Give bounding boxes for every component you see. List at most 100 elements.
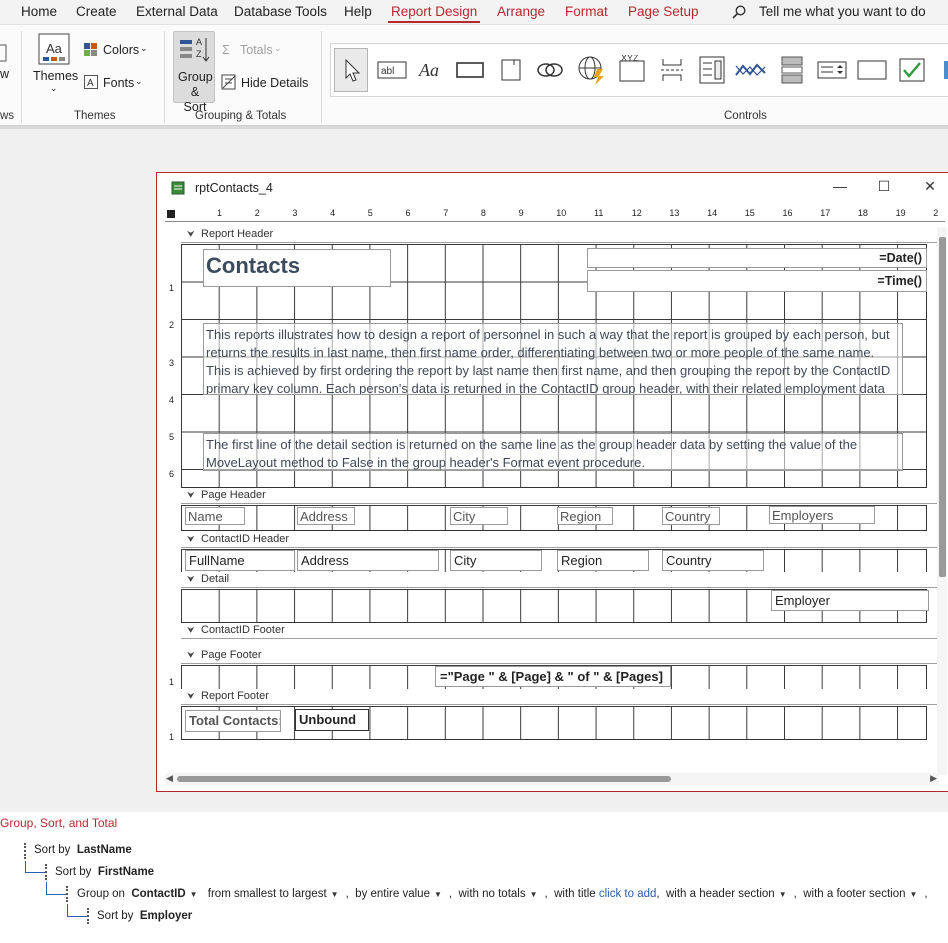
more-icon[interactable] (931, 48, 948, 92)
chevron-down-icon[interactable]: ▼ (530, 890, 538, 899)
city-textbox[interactable]: City (450, 550, 542, 571)
themes-button[interactable]: Themes (33, 69, 78, 83)
sort-field-employer[interactable]: Employer (140, 910, 192, 922)
select-pointer-icon[interactable] (334, 48, 368, 92)
section-contactid-header[interactable]: ⮟ ContactID Header (181, 532, 937, 548)
header-label-name[interactable]: Name (185, 507, 245, 525)
combo-box-icon[interactable] (695, 48, 729, 92)
chevron-down-icon[interactable]: ▼ (190, 890, 198, 899)
hide-details-button[interactable]: Hide Details (241, 76, 308, 90)
header-section-dropdown[interactable]: with a header section (666, 888, 775, 900)
hyperlink-icon[interactable] (533, 48, 567, 92)
address-textbox[interactable]: Address (297, 550, 439, 571)
section-report-header[interactable]: ⮟ Report Header (181, 227, 937, 243)
tab-home[interactable]: Home (21, 4, 57, 19)
header-label-region[interactable]: Region (557, 507, 613, 525)
drag-handle-icon[interactable] (87, 908, 89, 924)
themes-icon[interactable]: Aa (38, 33, 70, 68)
list-box-icon[interactable] (815, 48, 849, 92)
web-browser-icon[interactable] (575, 48, 609, 92)
header-label-country[interactable]: Country (662, 507, 720, 525)
design-surface[interactable]: ⮟ Report Header Contacts =Date() =Time() … (181, 227, 937, 777)
chevron-down-icon[interactable]: ▼ (434, 890, 442, 899)
maximize-icon[interactable]: ☐ (871, 178, 897, 198)
date-textbox[interactable]: =Date() (587, 248, 927, 268)
section-page-footer[interactable]: ⮟ Page Footer (181, 648, 937, 664)
tab-report-design[interactable]: Report Design (391, 4, 477, 19)
tab-arrange[interactable]: Arrange (497, 4, 545, 19)
textbox-icon[interactable]: abl (375, 48, 409, 92)
totals-button[interactable]: Totals (240, 43, 273, 57)
fonts-icon[interactable]: A (84, 75, 98, 92)
page-break-icon[interactable] (655, 48, 689, 92)
sort-field-lastname[interactable]: LastName (77, 844, 132, 856)
vertical-scrollbar[interactable] (937, 227, 947, 775)
fullname-textbox[interactable]: FullName (185, 550, 295, 571)
tab-page-setup[interactable]: Page Setup (628, 4, 699, 19)
header-label-employers[interactable]: Employers (769, 506, 875, 524)
section-contactid-footer[interactable]: ⮟ ContactID Footer (181, 623, 937, 639)
region-textbox[interactable]: Region (557, 550, 649, 571)
page-number-textbox[interactable]: ="Page " & [Page] & " of " & [Pages] (435, 666, 671, 687)
drag-handle-icon[interactable] (45, 864, 47, 880)
header-label-city[interactable]: City (450, 507, 508, 525)
fonts-dropdown-icon[interactable]: ⌄ (135, 76, 143, 87)
search-icon[interactable] (732, 5, 746, 22)
tab-database-tools[interactable]: Database Tools (234, 4, 327, 19)
sort-field-firstname[interactable]: FirstName (98, 866, 154, 878)
colors-icon[interactable] (84, 43, 98, 60)
horizontal-scrollbar[interactable]: ◀ ▶ (165, 773, 939, 785)
tab-format[interactable]: Format (565, 4, 608, 19)
tab-control-icon[interactable] (494, 48, 528, 92)
view-button-label[interactable]: w (0, 67, 9, 81)
window-title-bar[interactable]: rptContacts_4 — ☐ ✕ (157, 173, 948, 203)
navigation-control-icon[interactable]: XYZ (615, 48, 649, 92)
drag-handle-icon[interactable] (66, 886, 68, 902)
option-group-icon[interactable] (775, 48, 809, 92)
description-textbox-2[interactable]: The first line of the detail section is … (203, 433, 903, 471)
description-textbox-1[interactable]: This reports illustrates how to design a… (203, 323, 903, 395)
group-sort-button[interactable]: AZ Group & Sort (173, 31, 215, 114)
colors-dropdown-icon[interactable]: ⌄ (140, 43, 148, 54)
employer-textbox[interactable]: Employer (771, 590, 929, 611)
click-to-add-link[interactable]: click to add (599, 888, 657, 900)
total-contacts-label[interactable]: Total Contacts: (185, 710, 281, 732)
totals-dropdown[interactable]: with no totals (458, 888, 525, 900)
tab-external-data[interactable]: External Data (136, 4, 218, 19)
group-field-contactid[interactable]: ContactID (131, 888, 185, 900)
group-row-contactid[interactable]: Group on ContactID ▼ from smallest to lar… (77, 888, 928, 900)
vertical-scroll-thumb[interactable] (939, 237, 946, 577)
scroll-left-icon[interactable]: ◀ (166, 773, 173, 784)
tab-create[interactable]: Create (76, 4, 117, 19)
time-textbox[interactable]: =Time() (587, 270, 927, 292)
footer-section-dropdown[interactable]: with a footer section (803, 888, 905, 900)
section-detail[interactable]: ⮟ Detail (181, 572, 937, 588)
report-title-label[interactable]: Contacts (203, 249, 391, 287)
fonts-button[interactable]: Fonts (103, 76, 134, 90)
chevron-down-icon[interactable]: ▼ (331, 890, 339, 899)
tell-me-input[interactable]: Tell me what you want to do (759, 4, 926, 19)
rectangle-icon[interactable] (855, 48, 889, 92)
line-chart-icon[interactable] (734, 48, 768, 92)
colors-button[interactable]: Colors (103, 43, 139, 57)
themes-dropdown-icon[interactable]: ⌄ (50, 83, 58, 94)
label-icon[interactable]: Aa (415, 48, 449, 92)
chevron-down-icon[interactable]: ▼ (909, 890, 917, 899)
section-report-footer[interactable]: ⮟ Report Footer (181, 689, 937, 705)
horizontal-scroll-thumb[interactable] (177, 776, 671, 782)
close-icon[interactable]: ✕ (917, 178, 943, 198)
by-value-dropdown[interactable]: by entire value (355, 888, 430, 900)
ruler-corner[interactable] (167, 210, 175, 218)
totals-icon[interactable]: Σ (222, 43, 230, 57)
sort-row-employer[interactable]: Sort by Employer (97, 910, 192, 922)
header-label-address[interactable]: Address (297, 507, 355, 525)
section-page-header[interactable]: ⮟ Page Header (181, 488, 937, 504)
sort-row-firstname[interactable]: Sort by FirstName (55, 866, 154, 878)
scroll-right-icon[interactable]: ▶ (930, 773, 937, 784)
order-dropdown[interactable]: from smallest to largest (208, 888, 327, 900)
minimize-icon[interactable]: — (827, 178, 853, 198)
chevron-down-icon[interactable]: ▼ (779, 890, 787, 899)
drag-handle-icon[interactable] (24, 843, 26, 859)
view-icon[interactable] (0, 43, 8, 66)
totals-dropdown-icon[interactable]: ⌄ (274, 43, 282, 54)
